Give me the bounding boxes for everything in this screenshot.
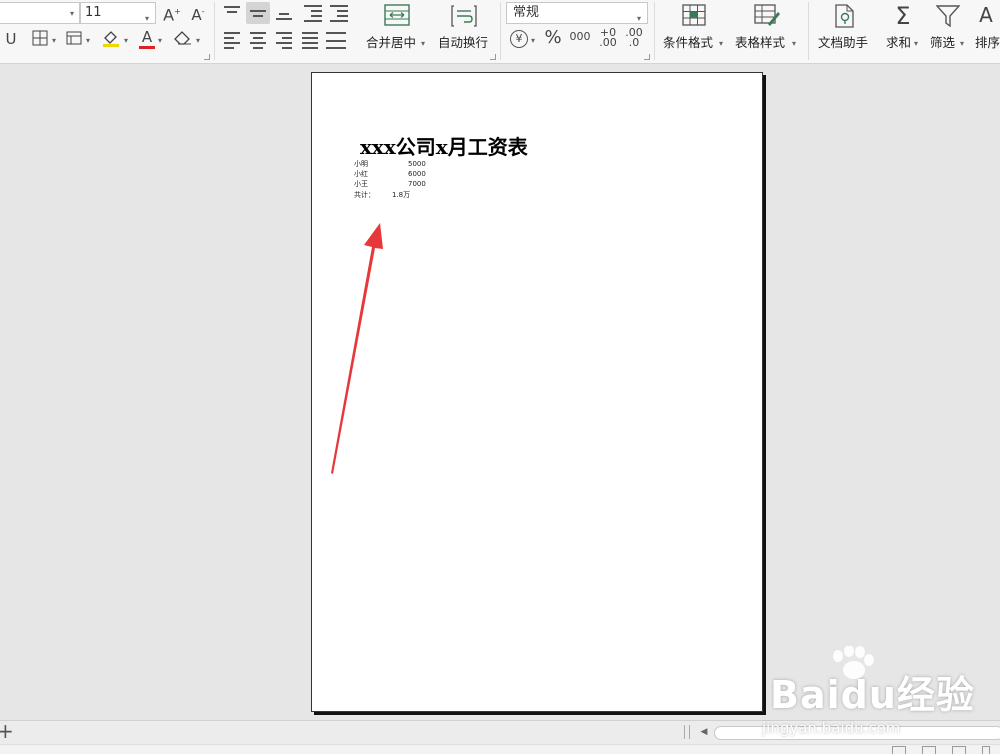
chevron-down-icon: ▾ [719, 39, 724, 48]
baidu-jingyan-watermark: Baidu经验 jingyan.baidu.com [762, 646, 975, 737]
justify-icon[interactable] [302, 32, 318, 49]
conditional-format-button[interactable]: 条件格式 ▾ [660, 2, 728, 60]
employee-name: 小明 [354, 160, 368, 168]
filter-label: 筛选 [930, 35, 956, 50]
align-right-icon[interactable] [276, 32, 292, 49]
reading-view-icon[interactable] [982, 746, 990, 754]
group-separator [214, 2, 215, 60]
chevron-down-icon[interactable]: ▾ [124, 36, 128, 45]
wrap-text-button[interactable]: 自动换行 [436, 2, 494, 60]
chevron-down-icon[interactable]: ▾ [86, 36, 90, 45]
add-sheet-button[interactable]: + [0, 719, 14, 743]
merge-center-button[interactable]: 合并居中 ▾ [362, 2, 432, 60]
font-name-select[interactable]: ▾ [0, 2, 80, 24]
chevron-down-icon[interactable]: ▾ [158, 36, 162, 45]
status-bar [0, 744, 1000, 754]
percent-icon[interactable]: % [543, 29, 563, 47]
salary-value: 7000 [408, 180, 426, 188]
sum-icon: Σ [895, 2, 911, 30]
merge-center-label: 合并居中 [366, 35, 417, 50]
font-color-icon[interactable]: A [138, 28, 156, 49]
sum-label: 求和 [886, 35, 912, 50]
align-bottom-icon[interactable] [276, 6, 292, 20]
font-dialog-launcher[interactable] [204, 54, 210, 60]
underline-icon[interactable]: U [4, 30, 18, 48]
sort-label: 排序 [975, 35, 1000, 50]
chevron-down-icon: ▾ [421, 39, 426, 48]
chevron-down-icon: ▾ [70, 9, 75, 18]
ribbon-toolbar: ▾ 11 ▾ A+ A- U ▾ ▾ ▾ A ▾ ▾ 合并居中 ▾ 自动换行 常… [0, 0, 1000, 64]
align-top-icon[interactable] [224, 6, 240, 20]
doc-assistant-button[interactable]: 文档助手 [814, 2, 876, 60]
sort-button[interactable]: A 排序 [972, 2, 1000, 60]
font-size-value: 11 [85, 5, 102, 20]
filter-button[interactable]: 筛选 ▾ [928, 2, 970, 60]
fill-color-icon[interactable] [100, 28, 122, 52]
chevron-down-icon[interactable]: ▾ [52, 36, 56, 45]
sum-button[interactable]: Σ 求和 ▾ [882, 2, 924, 60]
chevron-down-icon[interactable]: ▾ [531, 36, 535, 45]
number-dialog-launcher[interactable] [644, 54, 650, 60]
total-label: 共计： [354, 191, 375, 199]
align-center-icon[interactable] [250, 32, 266, 49]
scroll-splitter[interactable] [684, 725, 690, 739]
increase-font-icon[interactable]: A+ [162, 3, 182, 24]
align-middle-icon[interactable] [250, 6, 266, 20]
conditional-format-icon [682, 4, 706, 30]
employee-name: 小王 [354, 180, 368, 188]
page-break-icon[interactable] [952, 746, 966, 754]
increase-decimal-icon[interactable]: +0.00 [596, 27, 620, 48]
sheet-title: xxx公司x月工资表 [360, 135, 528, 159]
font-color-bar [139, 46, 155, 49]
currency-icon[interactable]: ¥ [510, 30, 528, 48]
cell-format-icon[interactable] [64, 30, 84, 50]
normal-view-icon[interactable] [892, 746, 906, 754]
filter-icon [935, 5, 961, 31]
wrap-text-icon [450, 4, 478, 32]
sort-icon: A [979, 3, 993, 27]
doc-assistant-label: 文档助手 [818, 35, 869, 50]
table-style-button[interactable]: 表格样式 ▾ [732, 2, 802, 60]
merge-center-icon [384, 4, 410, 30]
font-size-select[interactable]: 11 ▾ [80, 2, 156, 24]
annotation-arrow [331, 223, 383, 474]
group-separator [808, 2, 809, 60]
number-format-value: 常规 [513, 5, 540, 20]
group-separator [500, 2, 501, 60]
distribute-icon[interactable] [326, 32, 346, 49]
chevron-down-icon: ▾ [914, 39, 919, 48]
scroll-left-icon[interactable]: ◀ [696, 724, 712, 740]
salary-value: 6000 [408, 170, 426, 178]
font-color-letter: A [141, 28, 153, 46]
chevron-down-icon: ▾ [145, 14, 150, 23]
conditional-format-label: 条件格式 [663, 35, 714, 50]
table-style-label: 表格样式 [735, 35, 786, 50]
table-style-icon [754, 4, 780, 30]
thousands-label: 000 [569, 30, 591, 43]
wrap-text-label: 自动换行 [438, 35, 489, 50]
increase-indent-icon[interactable] [330, 5, 348, 22]
decrease-font-icon[interactable]: A- [188, 3, 208, 24]
number-format-select[interactable]: 常规 ▾ [506, 2, 648, 24]
decrease-decimal-icon[interactable]: .00.0 [622, 27, 646, 48]
chevron-down-icon[interactable]: ▾ [196, 36, 200, 45]
decrease-indent-icon[interactable] [304, 5, 322, 22]
thousands-separator-icon[interactable]: 000 [568, 28, 592, 46]
watermark-url: jingyan.baidu.com [762, 719, 901, 737]
alignment-dialog-launcher[interactable] [490, 54, 496, 60]
paw-logo-icon [833, 646, 874, 679]
chevron-down-icon: ▾ [960, 39, 965, 48]
employee-name: 小红 [354, 170, 368, 178]
salary-value: 5000 [408, 160, 426, 168]
eraser-icon[interactable] [172, 30, 194, 50]
border-icon[interactable] [30, 30, 50, 50]
chevron-down-icon: ▾ [792, 39, 797, 48]
group-separator [654, 2, 655, 60]
total-value: 1.8万 [392, 191, 411, 199]
page-layout-icon[interactable] [922, 746, 936, 754]
doc-assistant-icon [834, 4, 856, 32]
align-left-icon[interactable] [224, 32, 240, 49]
